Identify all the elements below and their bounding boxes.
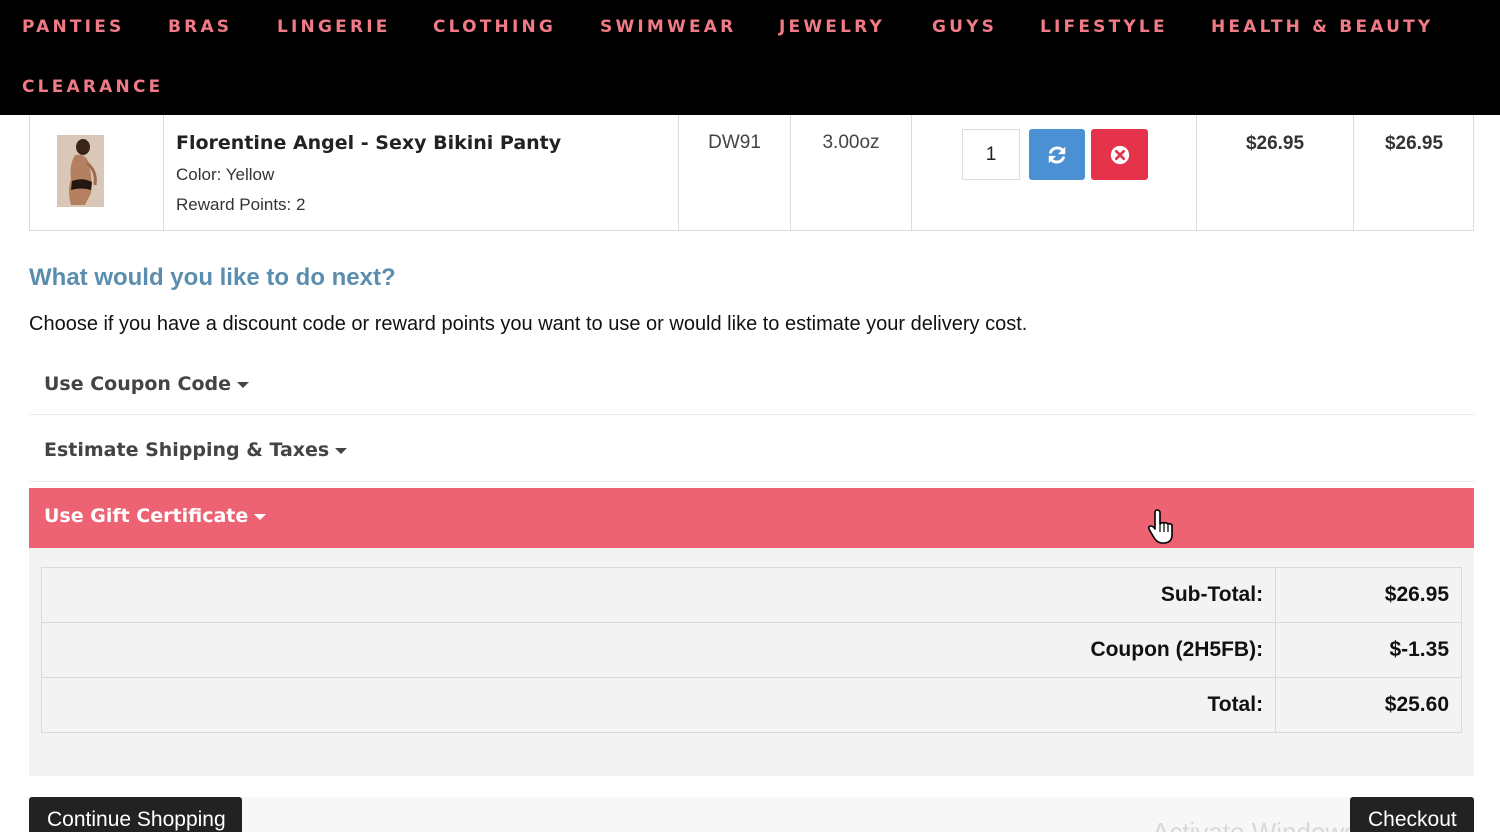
caret-down-icon xyxy=(237,381,250,388)
cart-cell-model: DW91 xyxy=(679,115,791,230)
next-steps-description: Choose if you have a discount code or re… xyxy=(29,313,1028,335)
totals-row-subtotal: Sub-Total: $26.95 xyxy=(40,567,1462,623)
totals-panel: Sub-Total: $26.95 Coupon (2H5FB): $-1.35… xyxy=(29,548,1474,776)
accordion-divider xyxy=(29,481,1474,482)
update-quantity-button[interactable] xyxy=(1029,129,1085,180)
nav-item-swimwear[interactable]: SWIMWEAR xyxy=(600,17,736,37)
product-thumbnail[interactable] xyxy=(57,135,104,207)
nav-item-panties[interactable]: PANTIES xyxy=(22,17,124,37)
nav-item-jewelry[interactable]: JEWELRY xyxy=(779,17,885,37)
next-steps-heading: What would you like to do next? xyxy=(29,264,396,291)
unit-price: $26.95 xyxy=(1245,133,1305,154)
checkout-button[interactable]: Checkout xyxy=(1350,797,1474,832)
accordion-coupon-code[interactable]: Use Coupon Code xyxy=(29,358,1474,414)
nav-item-clearance[interactable]: CLEARANCE xyxy=(22,77,163,97)
nav-item-lifestyle[interactable]: LIFESTYLE xyxy=(1040,17,1168,37)
cart-cell-product: Florentine Angel - Sexy Bikini Panty Col… xyxy=(164,115,679,230)
accordion-estimate-shipping[interactable]: Estimate Shipping & Taxes xyxy=(29,415,1474,481)
accordion-gift-certificate[interactable]: Use Gift Certificate xyxy=(29,488,1474,548)
product-color-option: Color: Yellow xyxy=(176,165,275,184)
nav-item-clothing[interactable]: CLOTHING xyxy=(433,17,556,37)
line-total: $26.95 xyxy=(1384,133,1444,154)
totals-row-total: Total: $25.60 xyxy=(40,677,1462,733)
product-model: DW91 xyxy=(708,132,761,153)
nav-item-bras[interactable]: BRAS xyxy=(168,17,232,37)
total-value: $25.60 xyxy=(1275,677,1462,733)
cart-item-row: Florentine Angel - Sexy Bikini Panty Col… xyxy=(29,115,1474,231)
activate-windows-watermark: Activate Windows xyxy=(1152,817,1358,832)
coupon-label: Coupon (2H5FB): xyxy=(40,622,1277,678)
cart-cell-unit-price: $26.95 xyxy=(1197,115,1354,230)
remove-circle-icon xyxy=(1110,145,1129,164)
total-label: Total: xyxy=(40,677,1277,733)
continue-shopping-button[interactable]: Continue Shopping xyxy=(29,797,242,832)
coupon-value: $-1.35 xyxy=(1275,622,1462,678)
cart-cell-quantity xyxy=(912,115,1197,230)
product-reward-points: Reward Points: 2 xyxy=(176,195,306,214)
hand-cursor-icon xyxy=(1147,509,1173,544)
caret-down-icon xyxy=(335,447,348,454)
top-navigation: PANTIES BRAS LINGERIE CLOTHING SWIMWEAR … xyxy=(0,0,1500,115)
nav-item-guys[interactable]: GUYS xyxy=(932,17,997,37)
quantity-input[interactable] xyxy=(962,129,1020,180)
cart-cell-image xyxy=(30,115,164,230)
accordion-coupon-label: Use Coupon Code xyxy=(44,373,250,395)
nav-item-lingerie[interactable]: LINGERIE xyxy=(277,17,391,37)
caret-down-icon xyxy=(254,513,267,520)
cart-cell-total: $26.95 xyxy=(1354,115,1474,230)
refresh-icon xyxy=(1048,146,1066,163)
subtotal-label: Sub-Total: xyxy=(40,567,1277,623)
nav-item-health-beauty[interactable]: HEALTH & BEAUTY xyxy=(1211,17,1433,37)
product-weight: 3.00oz xyxy=(822,132,880,153)
accordion-shipping-label: Estimate Shipping & Taxes xyxy=(44,439,348,461)
cart-cell-weight: 3.00oz xyxy=(791,115,912,230)
totals-table: Sub-Total: $26.95 Coupon (2H5FB): $-1.35… xyxy=(40,567,1462,733)
totals-row-coupon: Coupon (2H5FB): $-1.35 xyxy=(40,622,1462,678)
accordion-gift-label: Use Gift Certificate xyxy=(44,505,267,527)
remove-item-button[interactable] xyxy=(1091,129,1148,180)
subtotal-value: $26.95 xyxy=(1275,567,1462,623)
product-name-link[interactable]: Florentine Angel - Sexy Bikini Panty xyxy=(176,132,561,154)
